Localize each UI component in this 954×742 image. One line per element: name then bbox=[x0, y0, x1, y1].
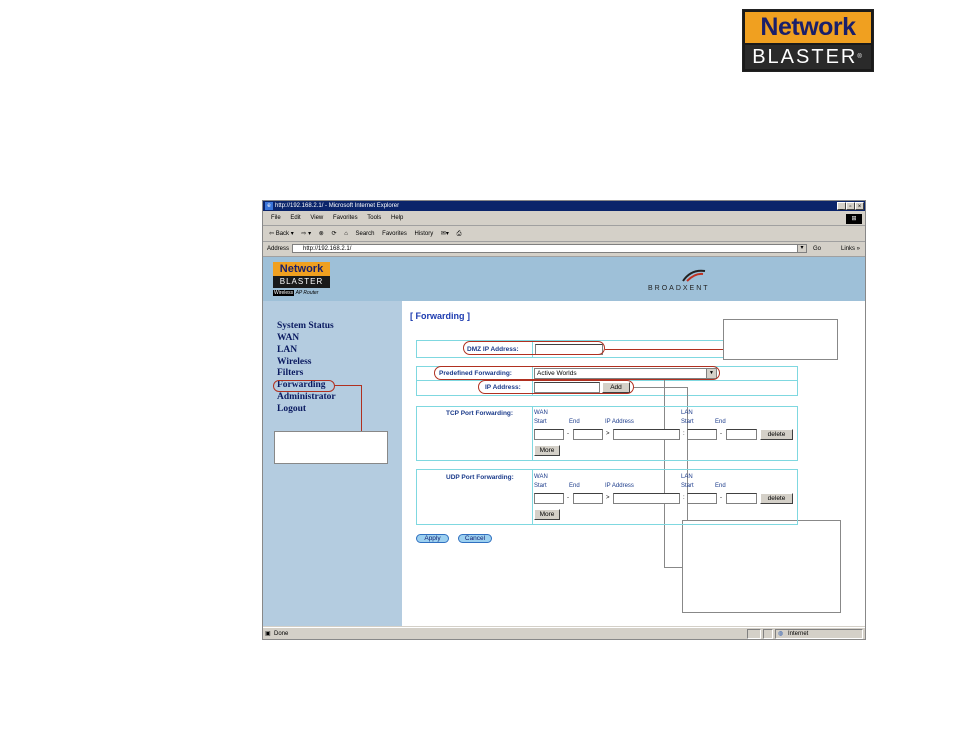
menu-file[interactable]: File bbox=[271, 215, 281, 221]
forward-button[interactable]: ⇨ ▾ bbox=[301, 231, 311, 237]
network-blaster-logo: Network BLASTER® bbox=[742, 9, 874, 72]
tcp-ip-input[interactable] bbox=[613, 429, 680, 440]
menu-help[interactable]: Help bbox=[391, 215, 403, 221]
refresh-icon[interactable]: ⟳ bbox=[331, 231, 336, 237]
udp-table: UDP Port Forwarding: WAN LAN Start End I… bbox=[416, 469, 798, 525]
menu-favorites[interactable]: Favorites bbox=[333, 215, 358, 221]
predefined-highlight-ring bbox=[434, 366, 720, 380]
globe-icon: ◍ bbox=[778, 631, 784, 637]
router-logo: Network BLASTER Wireless AP Router bbox=[273, 262, 330, 299]
router-page: Network BLASTER Wireless AP Router BROAD… bbox=[263, 257, 865, 626]
status-text: Done bbox=[274, 631, 289, 637]
cancel-button[interactable]: Cancel bbox=[458, 534, 492, 543]
nav-filters[interactable]: Filters bbox=[277, 368, 303, 378]
menu-bar: File Edit View Favorites Tools Help ⊞ bbox=[263, 212, 865, 226]
toolbar: ⇦ Back ▾ ⇨ ▾ ⊗ ⟳ ⌂ Search Favorites Hist… bbox=[263, 227, 865, 242]
udp-delete-button[interactable]: delete bbox=[760, 493, 793, 504]
zone-section: ◍ Internet bbox=[775, 629, 863, 639]
callout-box-dmz bbox=[723, 319, 838, 360]
title-bar: e http://192.168.2.1/ - Microsoft Intern… bbox=[263, 201, 865, 211]
logo-line2: BLASTER bbox=[752, 46, 858, 68]
ip-add-highlight-ring bbox=[478, 380, 634, 394]
address-label: Address bbox=[267, 246, 290, 252]
nav-wan[interactable]: WAN bbox=[277, 333, 299, 343]
mail-icon[interactable]: ✉▾ bbox=[441, 231, 449, 237]
go-button[interactable]: Go bbox=[813, 242, 821, 256]
print-icon[interactable]: ⎙ bbox=[457, 231, 462, 237]
menu-view[interactable]: View bbox=[310, 215, 323, 221]
address-input[interactable]: http://192.168.2.1/ bbox=[292, 244, 807, 253]
apply-button[interactable]: Apply bbox=[416, 534, 449, 543]
tcp-lan-end-input[interactable] bbox=[726, 429, 757, 440]
udp-wan-end-input[interactable] bbox=[573, 493, 603, 504]
search-button[interactable]: Search bbox=[355, 231, 374, 237]
nav-logout[interactable]: Logout bbox=[277, 404, 306, 414]
nav-system-status[interactable]: System Status bbox=[277, 321, 334, 331]
window-title: http://192.168.2.1/ - Microsoft Internet… bbox=[275, 203, 400, 209]
tcp-label: TCP Port Forwarding: bbox=[446, 410, 514, 417]
stop-icon[interactable]: ⊗ bbox=[319, 231, 324, 237]
router-banner: Network BLASTER Wireless AP Router BROAD… bbox=[263, 257, 865, 301]
udp-lan-start-input[interactable] bbox=[687, 493, 717, 504]
udp-label: UDP Port Forwarding: bbox=[446, 474, 514, 481]
menu-edit[interactable]: Edit bbox=[290, 215, 300, 221]
links-button[interactable]: Links » bbox=[841, 242, 860, 256]
brand-name: BROADXENT bbox=[648, 285, 710, 292]
favorites-button[interactable]: Favorites bbox=[382, 231, 407, 237]
broadxent-swoosh-icon bbox=[682, 269, 706, 282]
callout-box-predefined bbox=[682, 520, 841, 613]
nav-lan[interactable]: LAN bbox=[277, 345, 297, 355]
tcp-lan-start-input[interactable] bbox=[687, 429, 717, 440]
page-title: [ Forwarding ] bbox=[410, 311, 470, 321]
zone-text: Internet bbox=[788, 631, 809, 637]
tcp-wan-end-input[interactable] bbox=[573, 429, 603, 440]
restore-button[interactable]: ▫ bbox=[846, 202, 855, 210]
udp-lan-end-input[interactable] bbox=[726, 493, 757, 504]
dmz-highlight-ring bbox=[463, 341, 605, 355]
tcp-table: TCP Port Forwarding: WAN LAN Start End I… bbox=[416, 406, 798, 461]
nav-administrator[interactable]: Administrator bbox=[277, 392, 336, 402]
tcp-wan-start-input[interactable] bbox=[534, 429, 564, 440]
history-button[interactable]: History bbox=[415, 231, 434, 237]
udp-wan-start-input[interactable] bbox=[534, 493, 564, 504]
windows-logo-icon: ⊞ bbox=[846, 214, 862, 224]
tcp-delete-button[interactable]: delete bbox=[760, 429, 793, 440]
forwarding-highlight-ring bbox=[273, 380, 335, 392]
page-done-icon: ▣ bbox=[265, 631, 271, 637]
close-button[interactable]: × bbox=[855, 202, 864, 210]
tcp-more-button[interactable]: More bbox=[534, 445, 560, 456]
home-icon[interactable]: ⌂ bbox=[344, 231, 348, 237]
browser-window: e http://192.168.2.1/ - Microsoft Intern… bbox=[262, 200, 866, 640]
address-dropdown-icon[interactable]: ▾ bbox=[797, 244, 807, 253]
udp-more-button[interactable]: More bbox=[534, 509, 560, 520]
address-bar: Address http://192.168.2.1/ ▾ Go Links » bbox=[263, 242, 865, 257]
back-button[interactable]: ⇦ Back ▾ bbox=[269, 231, 294, 237]
menu-tools[interactable]: Tools bbox=[367, 215, 381, 221]
logo-line1: Network bbox=[745, 12, 871, 43]
callout-box-forwarding bbox=[274, 431, 388, 464]
nav-wireless[interactable]: Wireless bbox=[277, 357, 311, 367]
udp-ip-input[interactable] bbox=[613, 493, 680, 504]
ie-icon: e bbox=[265, 202, 273, 210]
sidebar: System Status WAN LAN Wireless Filters F… bbox=[263, 301, 402, 626]
status-bar: ▣ Done ◍ Internet bbox=[263, 627, 865, 640]
minimize-button[interactable]: _ bbox=[837, 202, 846, 210]
